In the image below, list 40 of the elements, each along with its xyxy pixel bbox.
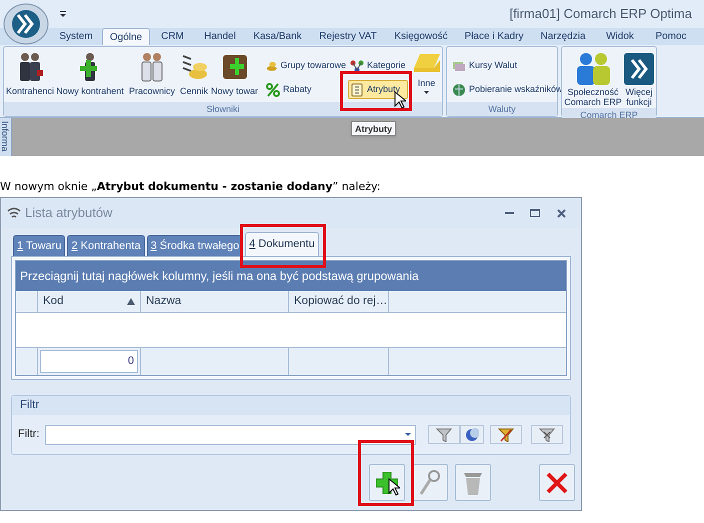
section-title: Filtr [20, 398, 40, 413]
group-label: Słowniki [4, 102, 442, 116]
ribbon-button[interactable]: Grupy towarowe [264, 56, 348, 75]
menu-tab[interactable]: Ogólne [102, 28, 150, 45]
tooltip: Atrybuty [351, 121, 396, 136]
column-header[interactable]: Kopiować do rej… [289, 291, 389, 312]
menu-tab[interactable]: CRM [150, 28, 195, 45]
menu-tab[interactable]: System [50, 28, 102, 45]
ribbon-button[interactable]: Więcej funkcji [623, 49, 655, 108]
column-header[interactable]: Kod [38, 291, 141, 312]
group-by-hint: Przeciągnij tutaj nagłówek kolumny, jeśli ma ona być podstawą grupowania [16, 261, 566, 291]
menu-tab[interactable]: Handel [195, 28, 245, 45]
side-tab[interactable]: Informa [0, 118, 12, 156]
tab[interactable]: 2 Kontrahenta [67, 235, 145, 256]
menu-tab[interactable]: Narzędzia [532, 28, 594, 45]
menu-tab[interactable]: Widok [594, 28, 646, 45]
ribbon-button[interactable]: Kontrahenci [5, 49, 55, 102]
dialog-title: Lista atrybutów [25, 204, 112, 222]
menu-tab[interactable]: Kasa/Bank [245, 28, 310, 45]
ribbon-button[interactable]: Atrybuty [348, 80, 408, 99]
ribbon-button[interactable]: Nowy towar [209, 49, 260, 102]
ribbon-button[interactable]: Inne [412, 49, 442, 102]
ribbon-button[interactable]: Rabaty [264, 80, 348, 99]
column-header[interactable]: Nazwa [141, 291, 289, 312]
menu-tab[interactable]: Płace i Kadry [456, 28, 532, 45]
menu-tab[interactable]: Księgowość [386, 28, 456, 45]
tab[interactable]: 4 Dokumentu [245, 232, 319, 256]
ribbon-button[interactable]: Cennik [179, 49, 209, 102]
menu-tab[interactable]: Rejestry VAT [310, 28, 386, 45]
ribbon-button[interactable]: Kategorie [348, 56, 408, 75]
menu-tab[interactable]: Pomoc [646, 28, 696, 45]
ribbon-button[interactable]: Pracownicy [129, 49, 175, 102]
ribbon-button[interactable]: Społeczność Comarch ERP [563, 49, 623, 108]
instruction-text: W nowym oknie „Atrybut dokumentu - zostanie dodany” należy: [0, 180, 382, 195]
ribbon-button[interactable]: Nowy kontrahent [55, 49, 125, 102]
tab[interactable]: 1 Towaru [13, 235, 66, 256]
window-title: [firma01] Comarch ERP Optima [509, 5, 692, 24]
footer-value-field[interactable]: 0 [40, 350, 138, 373]
group-label: Waluty [447, 102, 557, 116]
field-label: Filtr: [18, 427, 40, 442]
